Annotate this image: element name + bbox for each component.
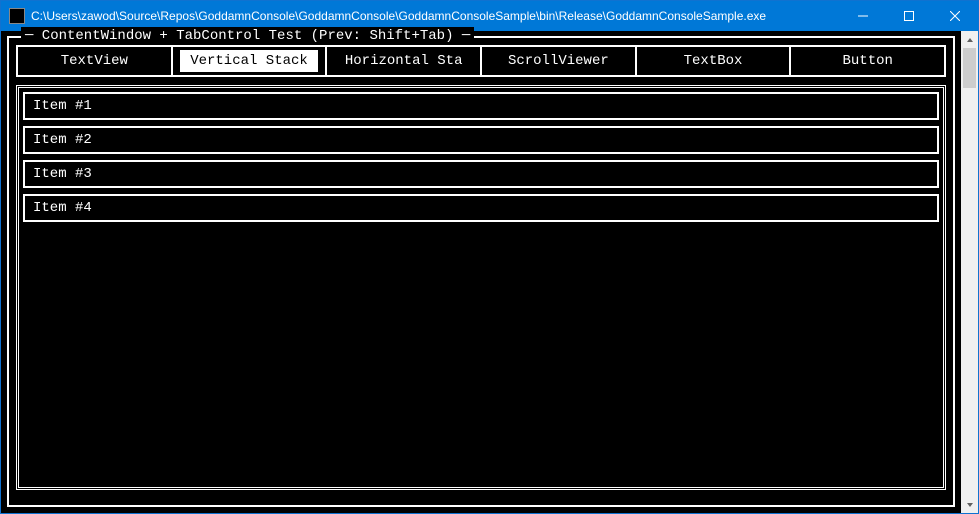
client-area: ─ ContentWindow + TabControl Test (Prev:… xyxy=(1,31,978,513)
minimize-button[interactable] xyxy=(840,1,886,31)
app-window: C:\Users\zawod\Source\Repos\GoddamnConso… xyxy=(0,0,979,514)
tab-label: Button xyxy=(842,53,892,69)
list-item[interactable]: Item #3 xyxy=(23,160,939,188)
scroll-up-button[interactable] xyxy=(961,31,978,48)
chevron-down-icon xyxy=(966,501,974,509)
tab-content: Item #1 Item #2 Item #3 Item #4 xyxy=(16,85,946,490)
list-item-label: Item #1 xyxy=(33,98,92,114)
scroll-thumb[interactable] xyxy=(963,48,976,88)
tab-horizontal-stack[interactable]: Horizontal Sta xyxy=(325,45,482,77)
list-item-label: Item #2 xyxy=(33,132,92,148)
close-button[interactable] xyxy=(932,1,978,31)
scroll-track[interactable] xyxy=(961,48,978,496)
scroll-down-button[interactable] xyxy=(961,496,978,513)
chevron-up-icon xyxy=(966,36,974,44)
close-icon xyxy=(950,11,960,21)
tab-label: TextView xyxy=(61,53,128,69)
window-title: C:\Users\zawod\Source\Repos\GoddamnConso… xyxy=(31,9,840,23)
console-area: ─ ContentWindow + TabControl Test (Prev:… xyxy=(1,31,961,513)
tab-button[interactable]: Button xyxy=(789,45,946,77)
tab-scrollviewer[interactable]: ScrollViewer xyxy=(480,45,637,77)
list-item[interactable]: Item #1 xyxy=(23,92,939,120)
list-item-label: Item #3 xyxy=(33,166,92,182)
frame-title: ─ ContentWindow + TabControl Test (Prev:… xyxy=(21,27,474,45)
tab-textbox[interactable]: TextBox xyxy=(635,45,792,77)
tab-label: Horizontal Sta xyxy=(345,53,463,69)
tab-label: ScrollViewer xyxy=(508,53,609,69)
maximize-button[interactable] xyxy=(886,1,932,31)
minimize-icon xyxy=(858,11,868,21)
tab-label: TextBox xyxy=(684,53,743,69)
list-item-label: Item #4 xyxy=(33,200,92,216)
tab-bar: TextView Vertical Stack Horizontal Sta S… xyxy=(16,45,946,77)
content-window-frame: ─ ContentWindow + TabControl Test (Prev:… xyxy=(7,36,955,507)
tab-textview[interactable]: TextView xyxy=(16,45,173,77)
tab-vertical-stack[interactable]: Vertical Stack xyxy=(171,45,328,77)
vertical-scrollbar[interactable] xyxy=(961,31,978,513)
app-icon xyxy=(9,8,25,24)
list-item[interactable]: Item #2 xyxy=(23,126,939,154)
list-item[interactable]: Item #4 xyxy=(23,194,939,222)
tab-label: Vertical Stack xyxy=(180,50,319,72)
maximize-icon xyxy=(904,11,914,21)
